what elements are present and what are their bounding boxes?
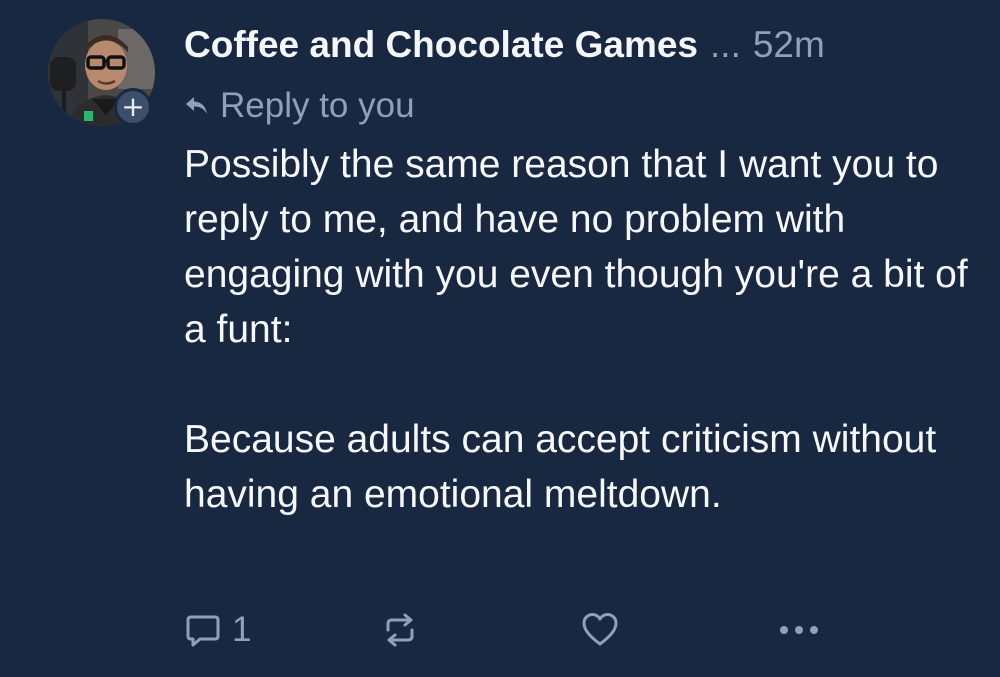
heart-icon: [582, 613, 618, 646]
more-icon: [780, 626, 818, 634]
reply-context[interactable]: Reply to you: [184, 84, 415, 128]
repost-icon: [386, 613, 414, 647]
post-item[interactable]: + Coffee and Chocolate Games ... 52m Rep…: [0, 0, 1000, 677]
reply-button[interactable]: 1: [184, 605, 251, 655]
reply-count: 1: [232, 610, 252, 649]
repost-button[interactable]: [380, 605, 420, 655]
follow-button[interactable]: +: [114, 88, 152, 126]
post-paragraph: Possibly the same reason that I want you…: [184, 143, 968, 351]
like-button[interactable]: [580, 605, 620, 655]
author-name[interactable]: Coffee and Chocolate Games: [184, 24, 698, 66]
reply-context-label: Reply to you: [220, 86, 415, 125]
post-actions: 1: [184, 605, 834, 655]
post-body: Possibly the same reason that I want you…: [184, 137, 984, 522]
comment-icon: [186, 615, 220, 647]
post-header: Coffee and Chocolate Games ... 52m: [184, 24, 974, 74]
post-paragraph: Because adults can accept criticism with…: [184, 418, 937, 516]
reply-arrow-icon: [184, 93, 210, 119]
plus-icon: +: [121, 90, 145, 123]
name-truncation: ...: [710, 24, 741, 65]
more-options-button[interactable]: [776, 605, 822, 655]
post-timestamp[interactable]: 52m: [753, 24, 825, 66]
